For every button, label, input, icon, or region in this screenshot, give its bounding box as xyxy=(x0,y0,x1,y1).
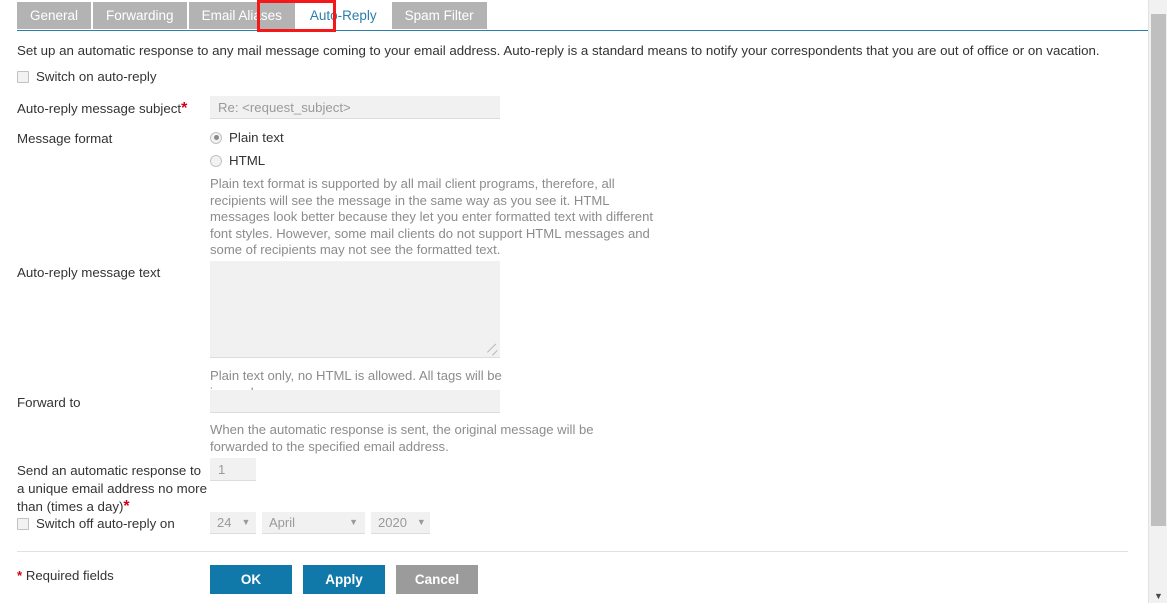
response-limit-label-wrap: Send an automatic response to a unique e… xyxy=(17,462,207,516)
switch-off-auto-reply-label: Switch off auto-reply on xyxy=(36,516,175,531)
chevron-down-icon: ▼ xyxy=(349,517,358,527)
radio-plain-text-icon[interactable] xyxy=(210,131,222,144)
switch-off-auto-reply-checkbox[interactable] xyxy=(17,518,29,530)
response-limit-required-marker: * xyxy=(123,498,130,515)
intro-description: Set up an automatic response to any mail… xyxy=(17,43,1100,58)
message-text-field-wrap: Plain text only, no HTML is allowed. All… xyxy=(210,261,540,401)
message-text-textarea[interactable] xyxy=(210,261,500,358)
tab-spam-filter[interactable]: Spam Filter xyxy=(391,2,487,29)
scrollbar-thumb[interactable] xyxy=(1151,14,1166,526)
switch-off-date-selects: 24 ▼ April ▼ 2020 ▼ xyxy=(210,512,436,534)
forward-to-hint: When the automatic response is sent, the… xyxy=(210,422,594,454)
page-root: General Forwarding Email Aliases Auto-Re… xyxy=(0,0,1167,603)
subject-required-marker: * xyxy=(181,100,188,117)
apply-button[interactable]: Apply xyxy=(303,565,385,594)
message-format-group: Plain text HTML Plain text format is sup… xyxy=(210,130,662,259)
required-fields-note: * Required fields xyxy=(17,568,114,583)
response-limit-input[interactable] xyxy=(210,458,256,481)
ok-button[interactable]: OK xyxy=(210,565,292,594)
page-content: General Forwarding Email Aliases Auto-Re… xyxy=(0,0,1148,603)
message-format-option-plain-text[interactable]: Plain text xyxy=(210,130,662,145)
tab-forwarding[interactable]: Forwarding xyxy=(93,2,189,29)
message-format-label: Message format xyxy=(17,131,113,146)
subject-input[interactable] xyxy=(210,96,500,119)
action-buttons: OK Apply Cancel xyxy=(210,565,489,594)
subject-label: Auto-reply message subject xyxy=(17,101,182,116)
tab-general[interactable]: General xyxy=(17,2,94,29)
tab-bar: General Forwarding Email Aliases Auto-Re… xyxy=(0,0,1148,32)
resize-grip-icon[interactable] xyxy=(488,345,498,355)
forward-to-field-wrap: When the automatic response is sent, the… xyxy=(210,390,650,455)
response-limit-label: Send an automatic response to a unique e… xyxy=(17,463,207,514)
subject-label-wrap: Auto-reply message subject* xyxy=(17,100,187,118)
subject-field-wrap xyxy=(210,96,500,119)
chevron-down-icon: ▼ xyxy=(416,517,426,527)
required-fields-marker: * xyxy=(17,568,23,583)
forward-to-label: Forward to xyxy=(17,395,81,410)
tab-underline xyxy=(17,30,1148,31)
message-format-option-html[interactable]: HTML xyxy=(210,153,662,168)
cancel-button[interactable]: Cancel xyxy=(396,565,478,594)
radio-html-label: HTML xyxy=(229,153,266,168)
response-limit-field-wrap xyxy=(210,458,256,481)
radio-html-icon[interactable] xyxy=(210,154,222,167)
footer-divider xyxy=(17,551,1128,552)
switch-on-auto-reply-checkbox[interactable] xyxy=(17,71,29,83)
tab-email-aliases[interactable]: Email Aliases xyxy=(188,2,297,29)
message-format-hint: Plain text format is supported by all ma… xyxy=(210,176,654,257)
tab-auto-reply[interactable]: Auto-Reply xyxy=(296,2,392,29)
forward-to-input[interactable] xyxy=(210,390,500,413)
required-fields-text: Required fields xyxy=(25,568,114,583)
month-select-value: April xyxy=(269,515,296,530)
scrollbar-down-arrow-icon[interactable]: ▼ xyxy=(1149,591,1167,601)
message-text-label: Auto-reply message text xyxy=(17,265,161,280)
day-select-value: 24 xyxy=(217,515,232,530)
switch-on-auto-reply-label: Switch on auto-reply xyxy=(36,69,157,84)
radio-plain-text-label: Plain text xyxy=(229,130,284,145)
year-select-value: 2020 xyxy=(378,515,407,530)
chevron-down-icon: ▼ xyxy=(241,517,251,527)
tab-strip: General Forwarding Email Aliases Auto-Re… xyxy=(17,2,487,29)
switch-on-auto-reply-row[interactable]: Switch on auto-reply xyxy=(17,69,156,85)
year-select[interactable]: 2020 ▼ xyxy=(371,512,430,534)
day-select[interactable]: 24 ▼ xyxy=(210,512,256,534)
month-select[interactable]: April ▼ xyxy=(262,512,365,534)
switch-off-auto-reply-row[interactable]: Switch off auto-reply on xyxy=(17,516,175,532)
vertical-scrollbar[interactable]: ▼ xyxy=(1148,0,1167,603)
